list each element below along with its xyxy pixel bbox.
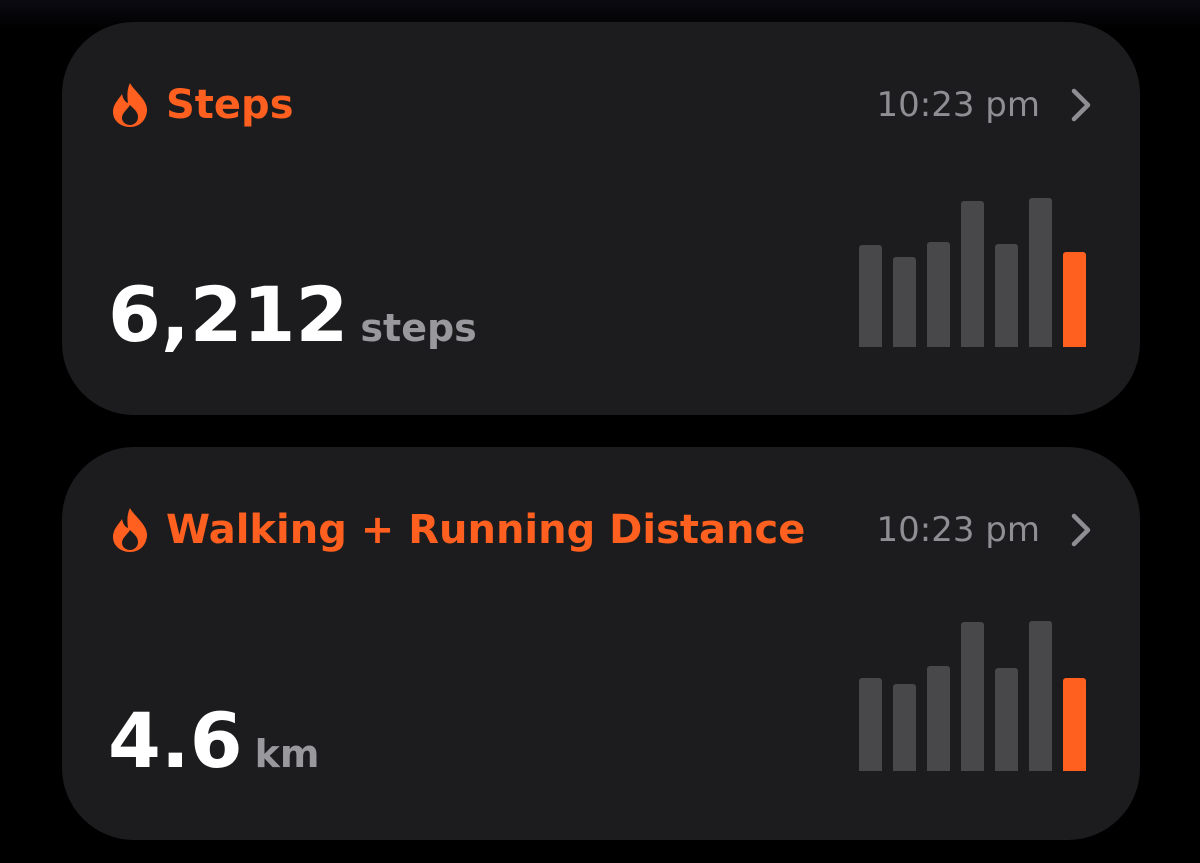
metric-unit: km xyxy=(254,732,320,776)
bar xyxy=(995,668,1018,771)
bar xyxy=(927,242,950,347)
flame-icon xyxy=(113,508,148,552)
bar xyxy=(927,666,950,771)
metric-value-group: 6,212 steps xyxy=(108,277,477,353)
health-summary-screen: Steps 10:23 pm 6,212 steps Walking + Run… xyxy=(0,0,1200,863)
card-title-group: Walking + Running Distance xyxy=(110,507,805,553)
timestamp: 10:23 pm xyxy=(876,85,1041,125)
card-header: Steps 10:23 pm xyxy=(110,80,1092,130)
card-header: Walking + Running Distance 10:23 pm xyxy=(110,505,1092,555)
metric-value: 6,212 xyxy=(108,270,349,359)
card-title: Walking + Running Distance xyxy=(166,507,806,553)
mini-bar-chart xyxy=(859,621,1089,771)
bar xyxy=(893,684,916,771)
steps-card[interactable]: Steps 10:23 pm 6,212 steps xyxy=(62,22,1140,415)
bar xyxy=(1029,621,1052,771)
flame-icon xyxy=(113,83,148,127)
metric-value-group: 4.6 km xyxy=(108,703,320,779)
walking-running-distance-card[interactable]: Walking + Running Distance 10:23 pm 4.6 … xyxy=(62,447,1140,840)
card-title-group: Steps xyxy=(110,82,294,128)
bar xyxy=(859,245,882,347)
mini-bar-chart xyxy=(859,197,1089,347)
bar-current xyxy=(1063,678,1086,771)
timestamp: 10:23 pm xyxy=(876,510,1041,550)
bar xyxy=(961,622,984,771)
bar xyxy=(1029,198,1052,347)
bar-current xyxy=(1063,252,1086,347)
chevron-right-icon[interactable] xyxy=(1070,512,1092,548)
card-meta: 10:23 pm xyxy=(877,85,1093,125)
bar xyxy=(995,244,1018,347)
bar xyxy=(961,201,984,347)
card-title: Steps xyxy=(166,82,294,128)
bar xyxy=(859,678,882,771)
bar xyxy=(893,257,916,347)
metric-unit: steps xyxy=(360,306,477,350)
card-meta: 10:23 pm xyxy=(877,510,1093,550)
metric-value: 4.6 xyxy=(108,696,243,785)
chevron-right-icon[interactable] xyxy=(1070,87,1092,123)
